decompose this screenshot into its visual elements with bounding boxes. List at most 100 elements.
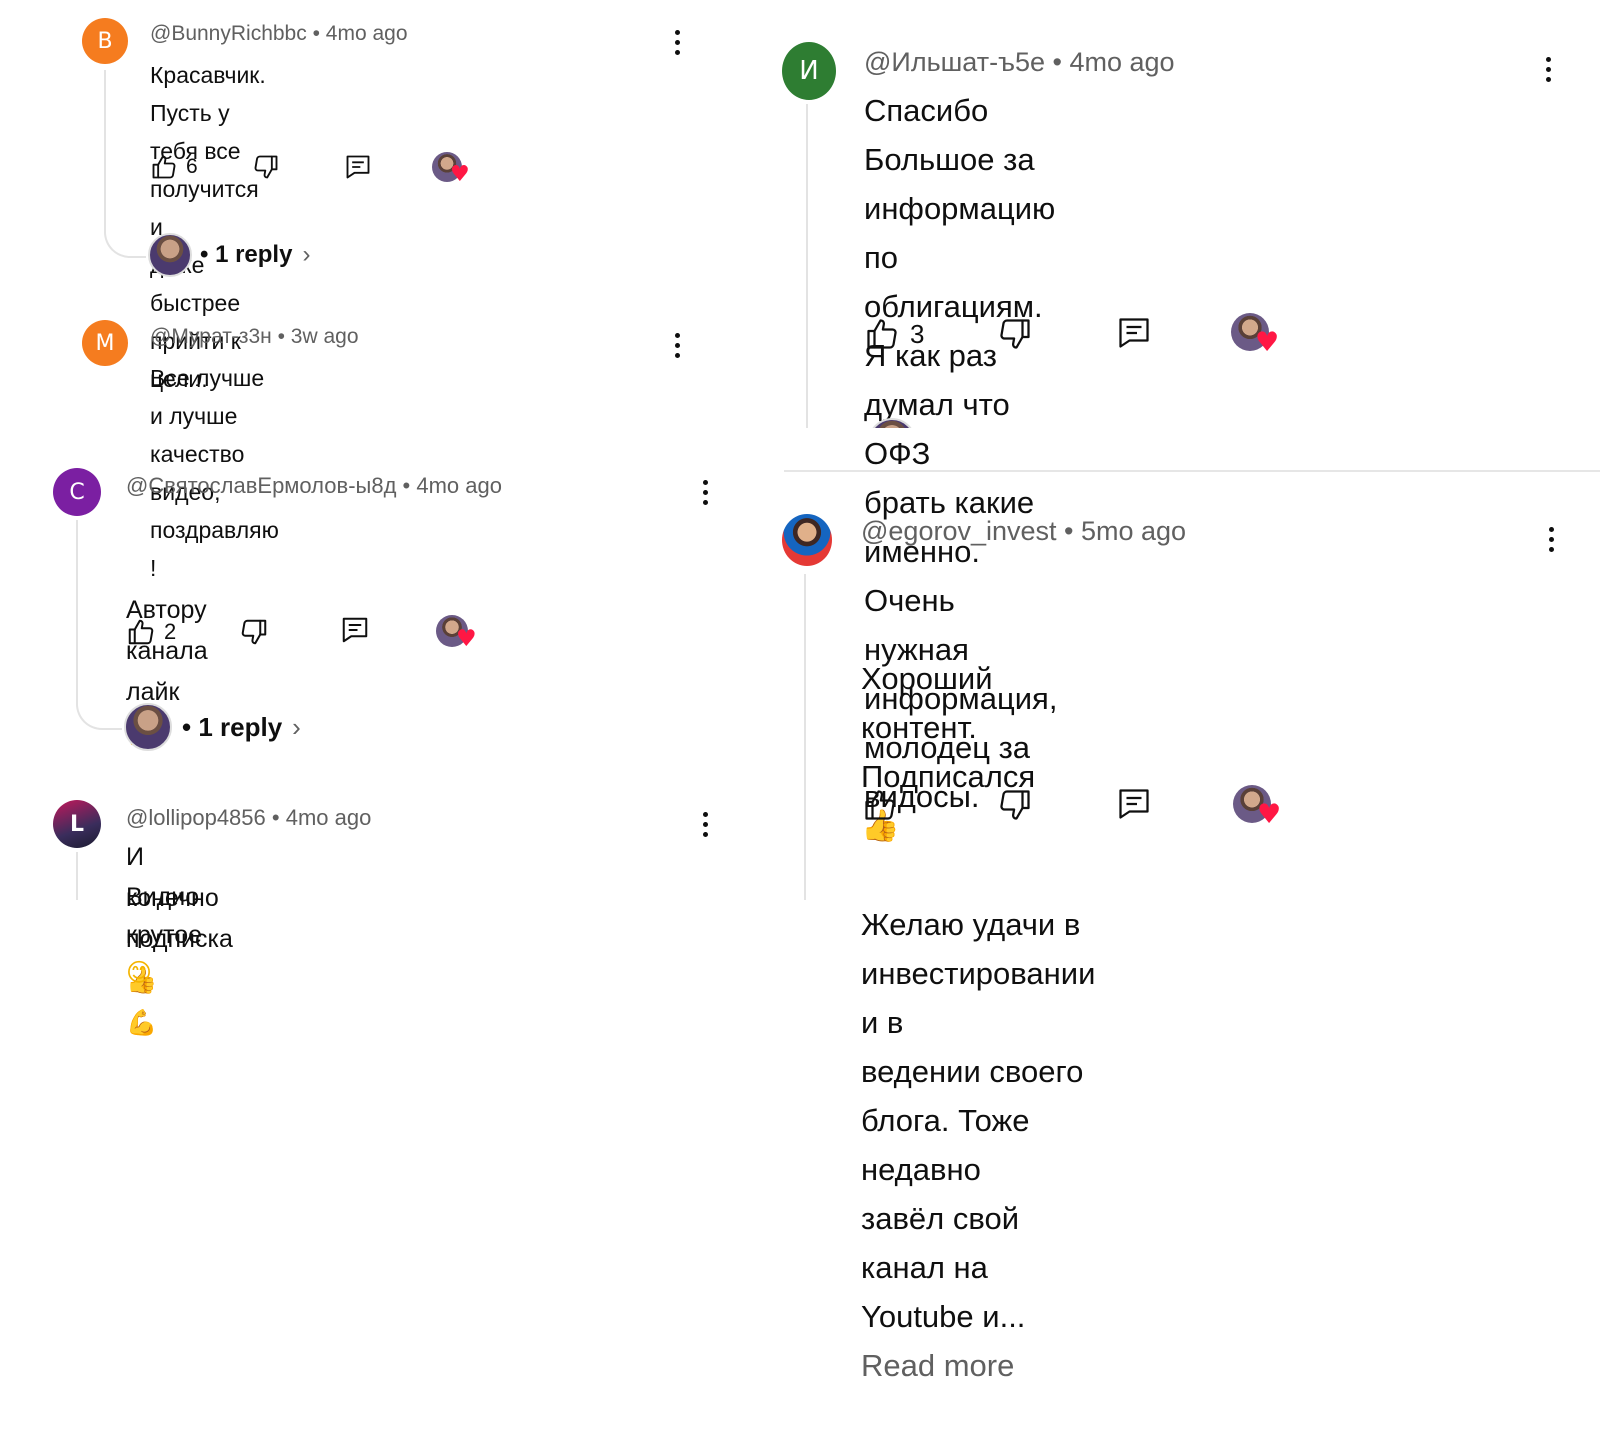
comment-text: Хороший контент. Подписался 👍 Желаю удач…: [861, 556, 1095, 1439]
author-handle[interactable]: @СвятославЕрмолов-ы8д: [126, 473, 396, 498]
avatar-letter: B: [97, 28, 113, 54]
meta-separator: •: [1064, 516, 1074, 546]
comment-text: Видио крутое 😊: [126, 840, 202, 992]
creator-heart: ♥: [1231, 313, 1281, 357]
heart-icon: ♥: [1255, 327, 1280, 358]
meta-separator: •: [312, 22, 320, 45]
chevron-right-icon: ›: [302, 241, 311, 268]
author-handle[interactable]: @Мурат-з3н: [150, 325, 272, 348]
dislike-button[interactable]: [239, 617, 269, 647]
more-vert-icon[interactable]: [1545, 57, 1551, 82]
replies-count: • 1 reply: [182, 711, 283, 742]
reply-avatar: [868, 418, 916, 428]
view-replies-button[interactable]: • 1 reply ›: [124, 703, 301, 751]
comment-meta: @BunnyRichbbc • 4mo ago: [150, 22, 408, 46]
dislike-button[interactable]: [252, 153, 280, 181]
heart-icon: ♥: [1257, 799, 1282, 830]
reply-button[interactable]: [1116, 314, 1152, 352]
comment-time[interactable]: 5mo ago: [1081, 516, 1186, 546]
reply-button[interactable]: [340, 615, 370, 645]
like-button[interactable]: 6: [150, 153, 198, 181]
avatar[interactable]: [782, 514, 832, 566]
reply-icon: [342, 617, 368, 643]
reply-avatar: [148, 233, 192, 277]
chevron-right-icon: ›: [292, 711, 301, 742]
thread-line: [76, 852, 78, 900]
comment-time[interactable]: 4mo ago: [1069, 47, 1174, 77]
comment-meta: @Ильшат-ъ5е • 4mo ago: [864, 47, 1175, 78]
meta-separator: •: [271, 805, 280, 830]
comment-text-rest: Желаю удачи в инвестировании и в ведении…: [861, 900, 1095, 1390]
comment-time[interactable]: 4mo ago: [326, 22, 408, 45]
like-button[interactable]: 3: [864, 316, 924, 352]
avatar-letter: L: [69, 811, 85, 837]
avatar[interactable]: B: [82, 18, 128, 64]
like-button[interactable]: [862, 787, 898, 823]
creator-heart: ♥: [436, 615, 478, 653]
thread-line: [104, 70, 146, 258]
creator-heart: ♥: [1233, 785, 1283, 829]
reply-avatar: [124, 703, 172, 751]
thumb-up-icon: [867, 319, 897, 349]
comment-meta: @СвятославЕрмолов-ы8д • 4mo ago: [126, 473, 502, 499]
avatar[interactable]: И: [782, 42, 836, 100]
meta-separator: •: [402, 473, 411, 498]
creator-heart: ♥: [432, 152, 472, 188]
reply-button[interactable]: [1116, 785, 1152, 823]
thread-line: [806, 104, 808, 428]
avatar[interactable]: М: [82, 320, 128, 366]
comment-text-content: Видио крутое: [126, 883, 203, 949]
comment-time[interactable]: 3w ago: [291, 325, 359, 348]
smile-emoji: 😊: [126, 958, 153, 987]
thread-line: [804, 574, 806, 900]
dislike-button[interactable]: [997, 787, 1033, 823]
read-more-link[interactable]: Read more: [861, 1348, 1014, 1383]
like-count: 3: [910, 318, 925, 349]
author-handle[interactable]: @lollipop4856: [126, 805, 266, 830]
reply-avatar-image: [868, 418, 916, 428]
reply-icon: [1119, 789, 1149, 819]
more-vert-icon[interactable]: [674, 30, 680, 55]
comment-time[interactable]: 4mo ago: [286, 805, 372, 830]
like-button[interactable]: 2: [126, 617, 176, 647]
comment-meta: @lollipop4856 • 4mo ago: [126, 805, 371, 831]
thumb-up-icon: [865, 790, 895, 820]
avatar-letter: М: [95, 330, 115, 356]
section-divider: [784, 470, 1600, 472]
meta-separator: •: [1052, 47, 1062, 77]
thumb-down-icon: [1000, 319, 1030, 349]
avatar[interactable]: С: [53, 468, 101, 516]
more-vert-icon[interactable]: [674, 333, 680, 358]
comment-text-body: Желаю удачи в инвестировании и в ведении…: [861, 907, 1096, 1334]
avatar-letter: И: [799, 56, 819, 86]
avatar[interactable]: L: [53, 800, 101, 848]
reply-icon: [346, 155, 370, 179]
more-vert-icon[interactable]: [702, 812, 708, 837]
comment-time[interactable]: 4mo ago: [416, 473, 502, 498]
more-vert-icon[interactable]: [702, 480, 708, 505]
author-handle[interactable]: @egorov_invest: [861, 516, 1057, 546]
replies-count: • 1 reply: [200, 241, 293, 268]
author-handle[interactable]: @Ильшат-ъ5е: [864, 47, 1045, 77]
thread-line: [76, 520, 122, 730]
like-count: 2: [164, 619, 177, 644]
thumb-down-icon: [1000, 790, 1030, 820]
flexed-biceps-emoji: 💪: [126, 1008, 158, 1037]
reply-icon: [1119, 318, 1149, 348]
thumb-up-icon: [152, 155, 176, 179]
like-count: 6: [186, 155, 198, 178]
view-replies-button[interactable]: • 1 reply ›: [148, 233, 310, 277]
heart-icon: ♥: [450, 162, 470, 187]
comment-text-line1: Хороший контент. Подписался: [861, 661, 1036, 794]
thumb-down-icon: [241, 619, 267, 645]
comment-text: Автору канала лайк 👍 И конечно подписка👍…: [126, 508, 233, 1085]
heart-icon: ♥: [456, 626, 477, 652]
more-vert-icon[interactable]: [1548, 527, 1554, 552]
avatar-letter: С: [69, 479, 85, 505]
reply-button[interactable]: [344, 153, 372, 181]
thumb-down-icon: [254, 155, 278, 179]
dislike-button[interactable]: [997, 316, 1033, 352]
meta-separator: •: [277, 325, 285, 348]
author-handle[interactable]: @BunnyRichbbc: [150, 22, 307, 45]
comment-meta: @egorov_invest • 5mo ago: [861, 516, 1186, 547]
